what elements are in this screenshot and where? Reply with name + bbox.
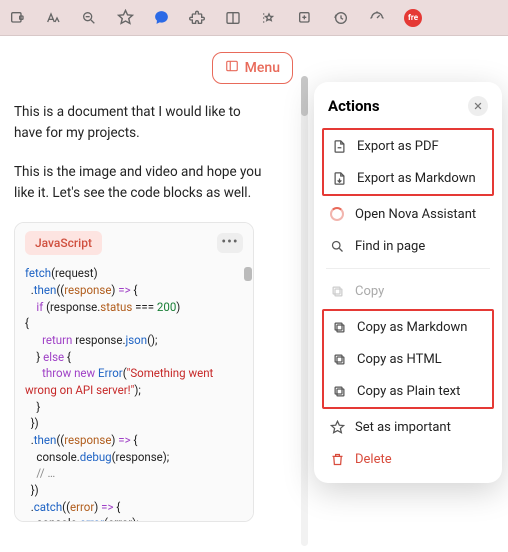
- open-nova-action[interactable]: Open Nova Assistant: [314, 198, 502, 230]
- code-header: JavaScript •••: [15, 223, 253, 262]
- extension-icon[interactable]: [8, 9, 26, 27]
- collections-icon[interactable]: [296, 9, 314, 27]
- copy-md-label: Copy as Markdown: [357, 320, 467, 335]
- text-size-icon[interactable]: [44, 9, 62, 27]
- puzzle-icon[interactable]: [188, 9, 206, 27]
- trash-icon: [329, 451, 345, 467]
- export-group-highlight: Export as PDF Export as Markdown: [322, 128, 494, 196]
- zoom-out-icon[interactable]: [80, 9, 98, 27]
- open-nova-label: Open Nova Assistant: [355, 207, 476, 222]
- copy-icon: [331, 383, 347, 399]
- page-scrollbar[interactable]: [301, 76, 308, 546]
- copy-label: Copy: [355, 284, 384, 299]
- spinner-icon: [329, 206, 345, 222]
- find-in-page-action[interactable]: Find in page: [314, 230, 502, 262]
- copy-action: Copy: [314, 275, 502, 307]
- find-label: Find in page: [355, 239, 425, 254]
- sidebar-icon: [225, 59, 239, 77]
- copy-plain-label: Copy as Plain text: [357, 384, 460, 399]
- copy-icon: [331, 351, 347, 367]
- actions-title: Actions: [328, 97, 380, 115]
- copy-html-action[interactable]: Copy as HTML: [324, 343, 492, 375]
- star-icon[interactable]: [116, 9, 134, 27]
- page-content: Menu This is a document that I would lik…: [0, 36, 508, 552]
- star-outline-icon: [329, 419, 345, 435]
- code-content: fetch(request) .then((response) => { if …: [15, 261, 253, 521]
- delete-action[interactable]: Delete: [314, 443, 502, 475]
- export-pdf-label: Export as PDF: [357, 139, 439, 154]
- export-markdown-action[interactable]: Export as Markdown: [324, 162, 492, 194]
- paragraph-1: This is a document that I would like to …: [14, 102, 262, 144]
- browser-toolbar: fre: [0, 0, 508, 36]
- code-more-button[interactable]: •••: [217, 233, 243, 253]
- chat-icon[interactable]: [152, 9, 170, 27]
- actions-panel: Actions Export as PDF Export as Markdown…: [314, 82, 502, 483]
- delete-label: Delete: [355, 452, 392, 467]
- menu-button[interactable]: Menu: [212, 52, 293, 84]
- set-important-label: Set as important: [355, 420, 451, 435]
- document-body: This is a document that I would like to …: [14, 52, 262, 522]
- export-pdf-action[interactable]: Export as PDF: [324, 130, 492, 162]
- paragraph-2: This is the image and video and hope you…: [14, 162, 262, 204]
- export-md-label: Export as Markdown: [357, 171, 476, 186]
- language-pill: JavaScript: [25, 231, 102, 256]
- copy-markdown-action[interactable]: Copy as Markdown: [324, 311, 492, 343]
- md-file-icon: [331, 170, 347, 186]
- pdf-file-icon: [331, 138, 347, 154]
- close-button[interactable]: [468, 96, 488, 116]
- favorites-icon[interactable]: [260, 9, 278, 27]
- performance-icon[interactable]: [368, 9, 386, 27]
- search-icon: [329, 238, 345, 254]
- separator: [326, 268, 490, 269]
- code-scrollbar[interactable]: [244, 267, 252, 281]
- menu-button-label: Menu: [245, 60, 280, 76]
- set-important-action[interactable]: Set as important: [314, 411, 502, 443]
- split-view-icon[interactable]: [224, 9, 242, 27]
- history-icon[interactable]: [332, 9, 350, 27]
- close-icon: [473, 101, 483, 111]
- copy-html-label: Copy as HTML: [357, 352, 442, 367]
- copy-icon: [329, 283, 345, 299]
- copy-icon: [331, 319, 347, 335]
- badge-icon[interactable]: fre: [404, 9, 422, 27]
- code-block: JavaScript ••• fetch(request) .then((res…: [14, 222, 254, 523]
- copy-group-highlight: Copy as Markdown Copy as HTML Copy as Pl…: [322, 309, 494, 409]
- copy-plain-action[interactable]: Copy as Plain text: [324, 375, 492, 407]
